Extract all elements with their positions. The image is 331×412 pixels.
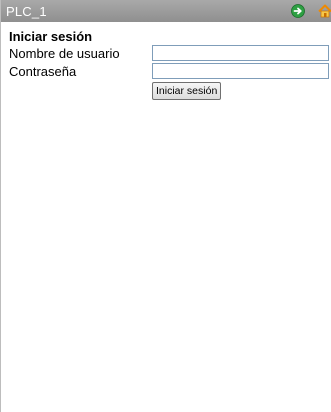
app-window: PLC_1 Iniciar sesión Nombre de usuario C… [0,0,331,412]
submit-row: Iniciar sesión [9,81,329,103]
login-button[interactable]: Iniciar sesión [152,82,222,100]
window-title: PLC_1 [6,4,47,19]
login-panel: Iniciar sesión Nombre de usuario Contras… [9,29,329,103]
password-row: Contraseña [9,63,329,81]
username-row: Nombre de usuario [9,45,329,63]
next-arrow-icon[interactable] [291,4,305,18]
username-label: Nombre de usuario [9,46,120,61]
title-bar: PLC_1 [1,0,331,22]
home-icon[interactable] [318,4,331,18]
password-field[interactable] [152,63,329,79]
password-label: Contraseña [9,64,77,79]
username-field[interactable] [152,45,329,61]
login-heading: Iniciar sesión [9,29,93,44]
